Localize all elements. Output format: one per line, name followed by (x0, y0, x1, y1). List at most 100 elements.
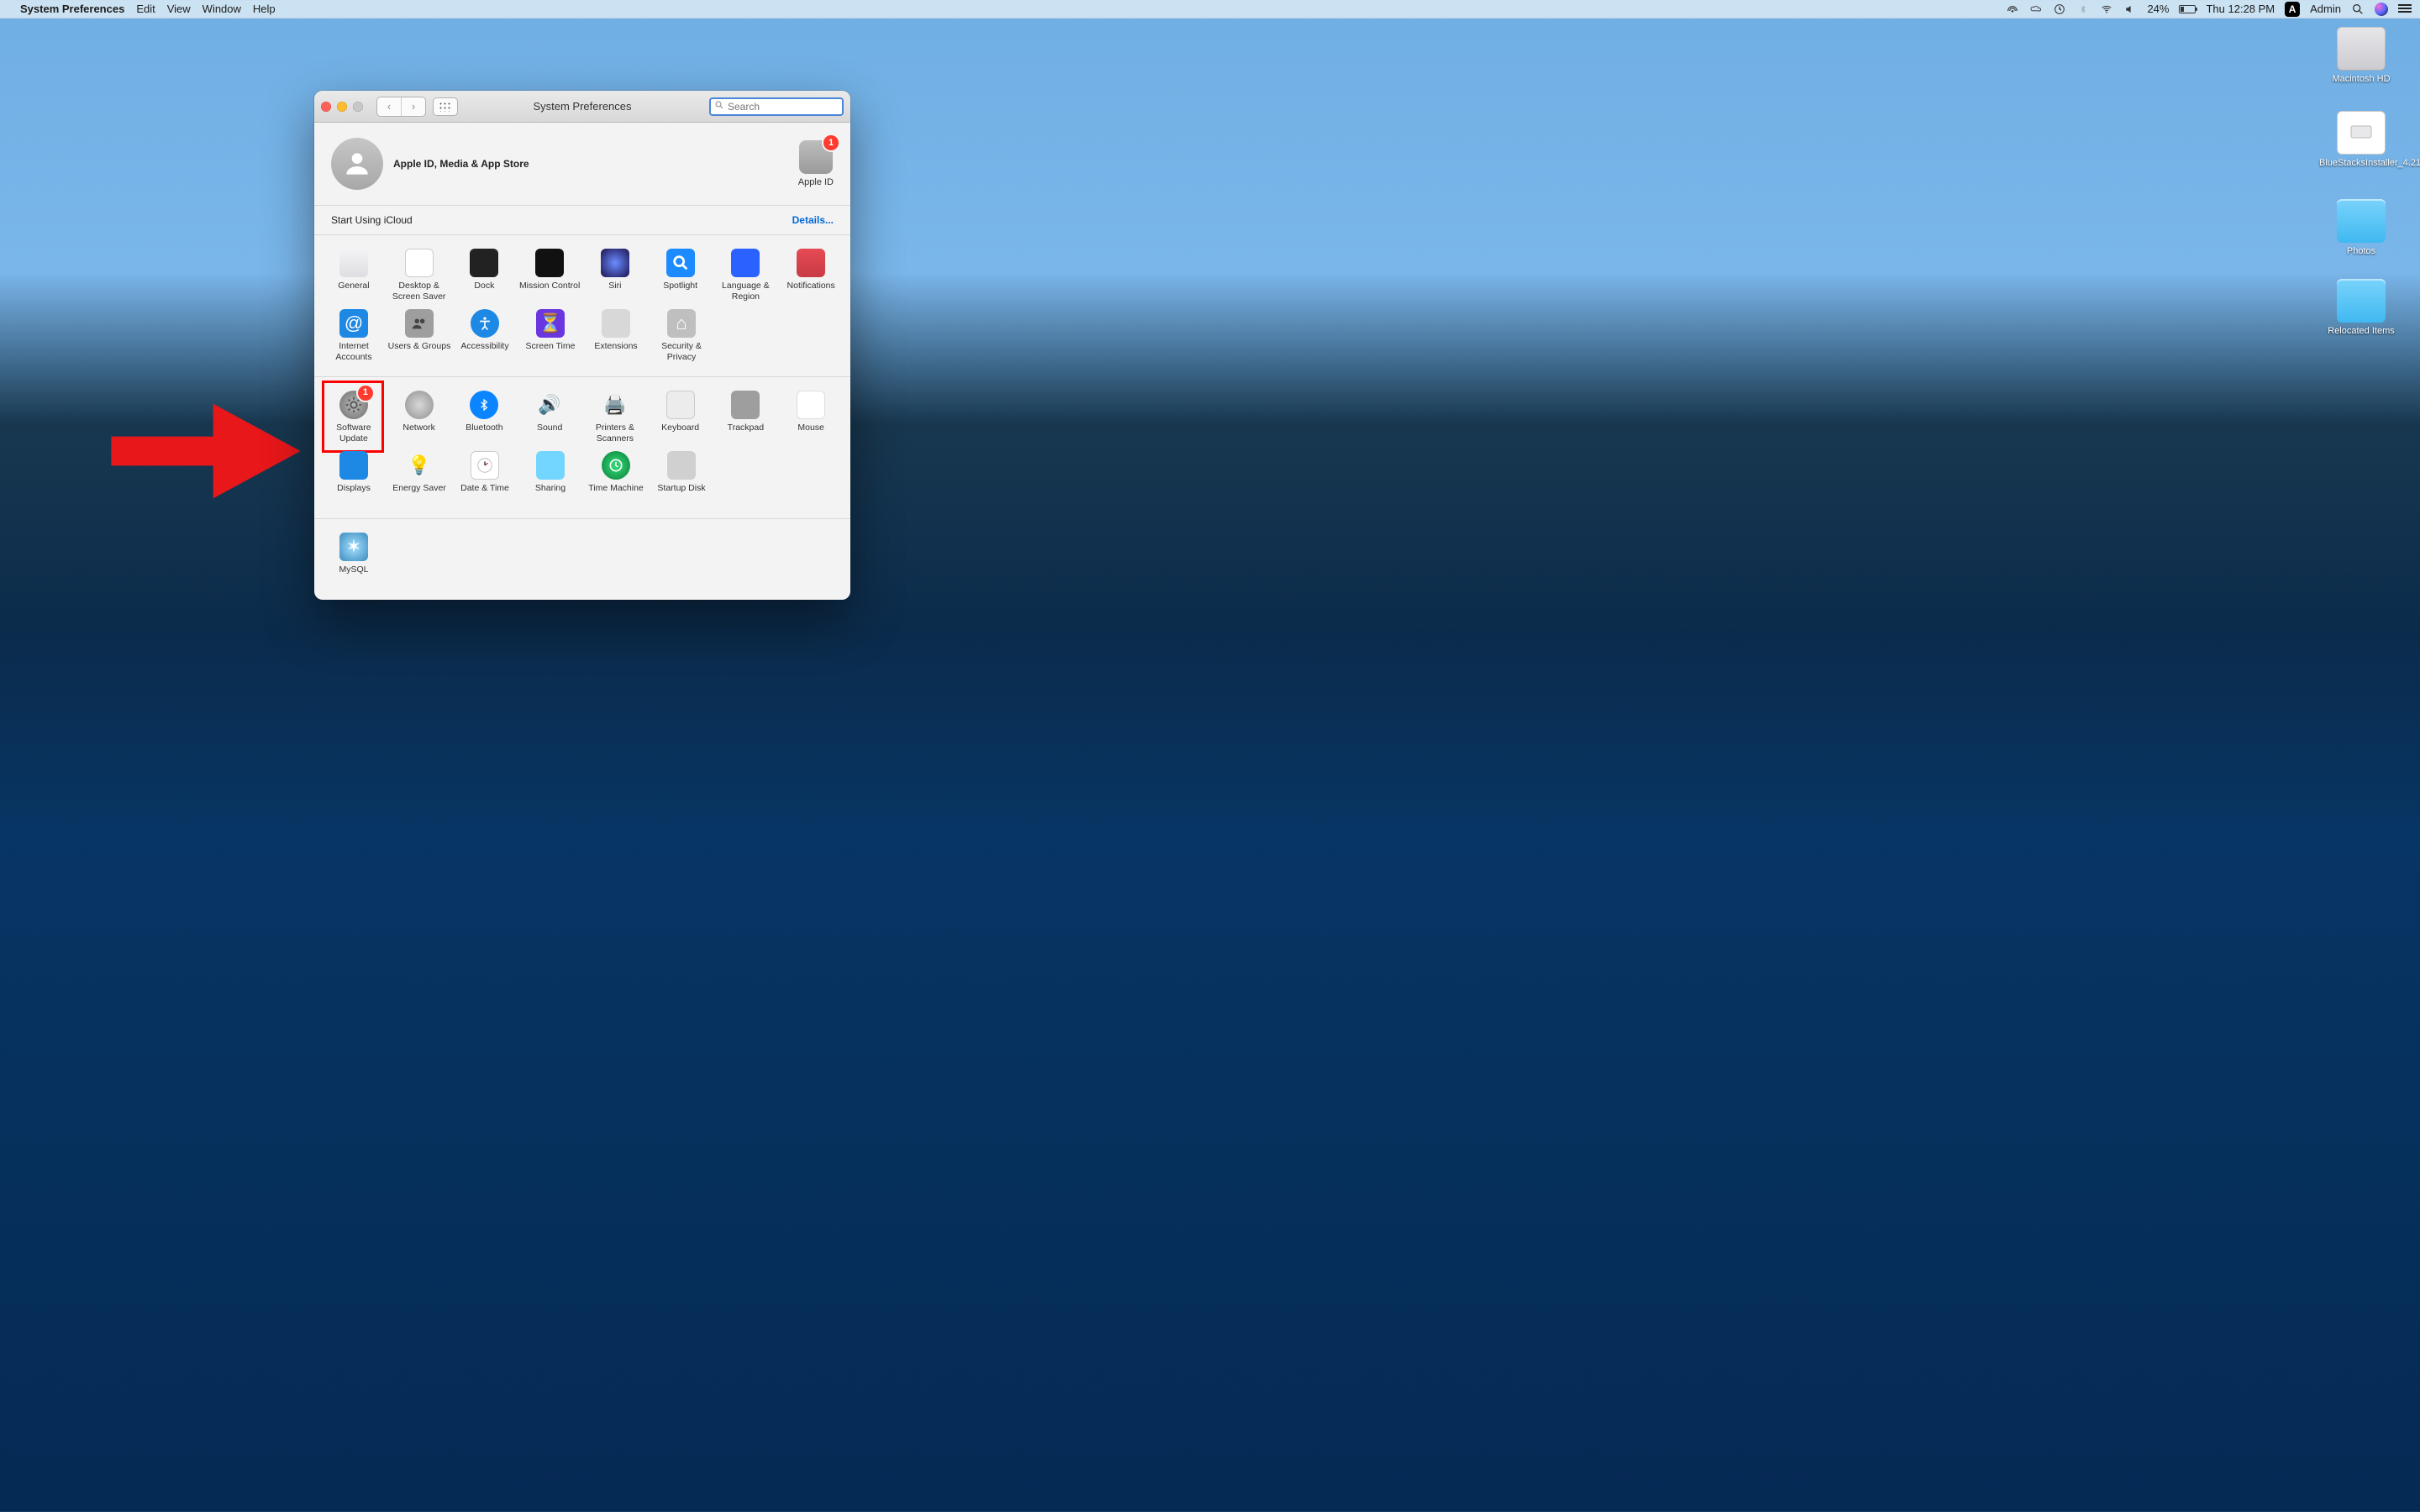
pref-bluetooth[interactable]: Bluetooth (452, 387, 518, 448)
pref-label: Mouse (778, 423, 844, 444)
desktop-icon-bluestacks-dmg[interactable]: BlueStacksInstaller_4.210....f735.dmg (2319, 111, 2403, 168)
menu-window[interactable]: Window (203, 3, 241, 15)
window-controls (321, 102, 363, 112)
pref-siri[interactable]: Siri (582, 245, 648, 306)
avatar-icon[interactable] (331, 138, 383, 190)
pref-software-update[interactable]: 1 Software Update (321, 387, 387, 448)
pref-accessibility[interactable]: Accessibility (452, 306, 518, 366)
pref-label: Extensions (583, 341, 649, 363)
puzzle-icon (602, 309, 630, 338)
pref-sound[interactable]: 🔊Sound (517, 387, 582, 448)
pref-mysql[interactable]: ✶MySQL (321, 529, 387, 590)
profile-text[interactable]: Apple ID, Media & App Store (393, 158, 529, 170)
pref-time-machine[interactable]: Time Machine (583, 448, 649, 508)
pref-displays[interactable]: Displays (321, 448, 387, 508)
desktop-icon (405, 249, 434, 277)
hourglass-icon: ⏳ (536, 309, 565, 338)
time-machine-icon (602, 451, 630, 480)
status-volume-icon[interactable] (2123, 3, 2137, 16)
pref-label: Internet Accounts (321, 341, 387, 363)
pref-users-groups[interactable]: Users & Groups (387, 306, 452, 366)
pref-security-privacy[interactable]: ⌂Security & Privacy (649, 306, 714, 366)
mission-control-icon (535, 249, 564, 277)
status-airplay-icon[interactable] (2006, 3, 2019, 16)
pref-mouse[interactable]: Mouse (778, 387, 844, 448)
status-siri-icon[interactable] (2375, 3, 2388, 16)
annotation-arrow (109, 396, 302, 506)
desktop-icon-macintosh-hd[interactable]: Macintosh HD (2319, 27, 2403, 84)
pref-energy-saver[interactable]: 💡Energy Saver (387, 448, 452, 508)
pref-printers-scanners[interactable]: 🖨️Printers & Scanners (582, 387, 648, 448)
status-cloud-icon[interactable] (2029, 3, 2043, 16)
search-field[interactable] (709, 97, 844, 116)
grid-icon (439, 102, 452, 112)
pref-label: Startup Disk (649, 483, 714, 505)
status-clock[interactable]: Thu 12:28 PM (2206, 3, 2275, 15)
search-input[interactable] (728, 101, 839, 113)
pref-trackpad[interactable]: Trackpad (713, 387, 779, 448)
pref-internet-accounts[interactable]: @ Internet Accounts (321, 306, 387, 366)
status-bluetooth-icon[interactable] (2076, 3, 2090, 16)
pref-spotlight[interactable]: Spotlight (648, 245, 713, 306)
pref-notifications[interactable]: Notifications (778, 245, 844, 306)
show-all-button[interactable] (433, 97, 458, 116)
status-spotlight-icon[interactable] (2351, 3, 2365, 16)
pref-section: 1 Software Update Network Bluetooth 🔊Sou… (314, 377, 850, 519)
window-close-button[interactable] (321, 102, 331, 112)
window-zoom-button[interactable] (353, 102, 363, 112)
pref-label: Notifications (778, 281, 844, 302)
desktop-icon-relocated-items[interactable]: Relocated Items (2319, 279, 2403, 336)
pref-sharing[interactable]: Sharing (518, 448, 583, 508)
pref-date-time[interactable]: Date & Time (452, 448, 518, 508)
icloud-prompt-text: Start Using iCloud (331, 214, 413, 226)
icloud-details-link[interactable]: Details... (792, 214, 834, 226)
status-user[interactable]: Admin (2310, 3, 2341, 15)
icloud-prompt-row: Start Using iCloud Details... (314, 206, 850, 235)
bulb-icon: 💡 (405, 451, 434, 480)
pref-desktop-screensaver[interactable]: Desktop & Screen Saver (387, 245, 452, 306)
folder-icon (2337, 279, 2386, 323)
status-notification-center-icon[interactable] (2398, 4, 2412, 14)
apple-id-label: Apple ID (798, 177, 834, 187)
forward-button[interactable]: › (402, 97, 425, 116)
desktop-icon-photos[interactable]: Photos (2319, 199, 2403, 256)
window-minimize-button[interactable] (337, 102, 347, 112)
users-icon (405, 309, 434, 338)
pref-screen-time[interactable]: ⏳Screen Time (518, 306, 583, 366)
pref-label: Date & Time (452, 483, 518, 505)
desktop-icon-label: Relocated Items (2328, 326, 2394, 336)
pref-mission-control[interactable]: Mission Control (517, 245, 582, 306)
desktop-icon-label: BlueStacksInstaller_4.210....f735.dmg (2319, 158, 2420, 168)
dmg-icon (2337, 111, 2386, 155)
pref-keyboard[interactable]: Keyboard (648, 387, 713, 448)
pref-label: Dock (452, 281, 518, 302)
system-preferences-window: ‹ › System Preferences Apple ID, Media &… (314, 91, 850, 600)
desktop-icon-label: Photos (2347, 246, 2375, 256)
status-timemachine-icon[interactable] (2053, 3, 2066, 16)
status-input-source[interactable]: A (2285, 2, 2300, 17)
pref-extensions[interactable]: Extensions (583, 306, 649, 366)
app-name[interactable]: System Preferences (20, 3, 124, 15)
desktop-icon-label: Macintosh HD (2332, 74, 2390, 84)
pref-dock[interactable]: Dock (452, 245, 518, 306)
bell-icon (797, 249, 825, 277)
pref-network[interactable]: Network (387, 387, 452, 448)
status-battery-icon[interactable] (2179, 5, 2196, 13)
at-icon: @ (339, 309, 368, 338)
globe-icon (405, 391, 434, 419)
pref-label: Desktop & Screen Saver (387, 281, 452, 302)
menu-edit[interactable]: Edit (136, 3, 155, 15)
back-button[interactable]: ‹ (377, 97, 401, 116)
bluetooth-icon (470, 391, 498, 419)
status-wifi-icon[interactable] (2100, 3, 2113, 16)
menu-help[interactable]: Help (253, 3, 276, 15)
menu-view[interactable]: View (167, 3, 191, 15)
apple-id-pane[interactable]: 1 Apple ID (798, 140, 834, 187)
speaker-icon: 🔊 (535, 391, 564, 419)
pref-startup-disk[interactable]: Startup Disk (649, 448, 714, 508)
pref-language-region[interactable]: Language & Region (713, 245, 779, 306)
hdd-icon (2337, 27, 2386, 71)
spotlight-icon (666, 249, 695, 277)
apple-id-badge: 1 (823, 135, 839, 150)
pref-general[interactable]: General (321, 245, 387, 306)
